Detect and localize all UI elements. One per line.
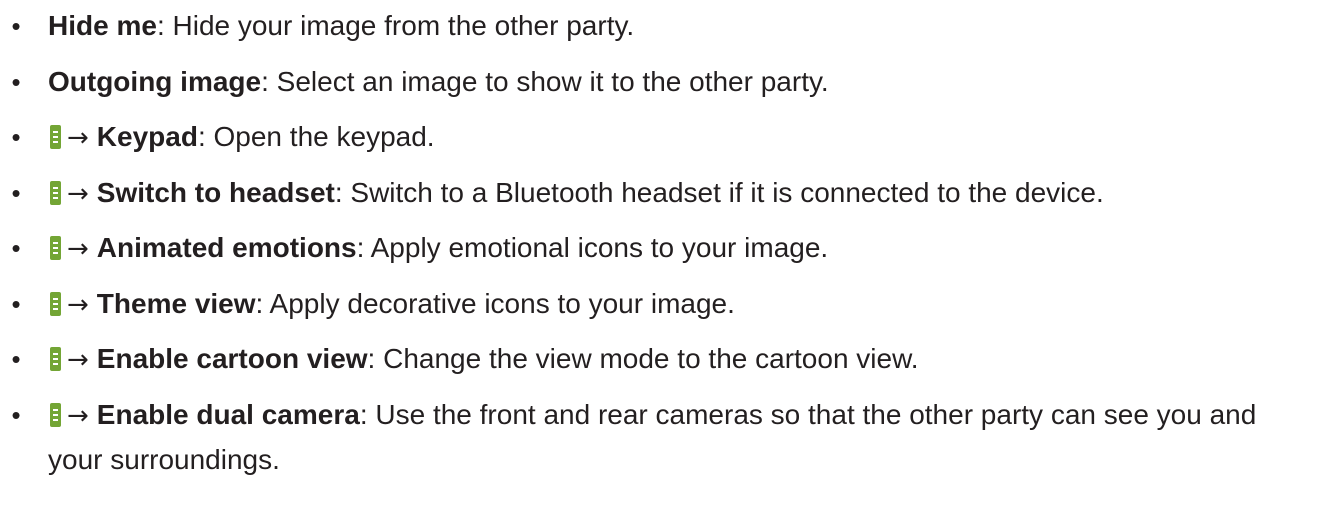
more-options-icon (50, 236, 61, 260)
item-term: Theme view (96, 287, 256, 319)
item-term: Keypad (96, 121, 198, 152)
list-item-hide-me: • Hide me: Hide your image from the othe… (0, 4, 1323, 48)
item-term: Switch to headset (96, 176, 335, 208)
item-description: : Switch to a Bluetooth headset if it is… (334, 176, 1104, 208)
option-list: • Hide me: Hide your image from the othe… (0, 4, 1323, 482)
item-term: Animated emotions (96, 232, 357, 263)
item-description: : Hide your image from the other party. (156, 10, 635, 41)
item-description: : Apply emotional icons to your image. (356, 232, 829, 263)
item-description: : Change the view mode to the cartoon vi… (367, 343, 919, 374)
bullet: • (11, 11, 21, 41)
list-item-outgoing-image: • Outgoing image: Select an image to sho… (0, 60, 1323, 104)
arrow-icon: → (67, 345, 89, 375)
more-options-icon (50, 402, 61, 427)
list-item-enable-dual-camera: • → Enable dual camera: Use the front and… (0, 393, 1288, 482)
item-term: Outgoing image (48, 65, 262, 97)
more-options-icon (50, 291, 61, 316)
more-options-icon (50, 180, 61, 205)
list-item-enable-cartoon-view: • → Enable cartoon view: Change the view … (0, 337, 1323, 381)
bullet: • (11, 288, 21, 319)
bullet: • (11, 233, 21, 263)
list-item-keypad: • → Keypad: Open the keypad. (0, 115, 1323, 159)
bullet: • (11, 66, 21, 97)
list-item-switch-to-headset: • → Switch to headset: Switch to a Blueto… (0, 171, 1323, 215)
item-term: Hide me (48, 10, 157, 41)
arrow-icon: → (67, 289, 89, 320)
arrow-icon: → (67, 400, 89, 431)
item-description: : Apply decorative icons to your image. (255, 287, 735, 319)
more-options-icon (50, 347, 61, 371)
arrow-icon: → (67, 234, 89, 264)
list-item-animated-emotions: • → Animated emotions: Apply emotional ic… (0, 226, 1323, 270)
bullet: • (11, 177, 21, 208)
list-item-theme-view: • → Theme view: Apply decorative icons to… (0, 282, 1323, 326)
item-description: : Select an image to show it to the othe… (261, 65, 829, 97)
item-description: : Open the keypad. (197, 121, 435, 152)
bullet: • (11, 399, 21, 430)
more-options-icon (50, 125, 61, 149)
arrow-icon: → (67, 178, 89, 209)
bullet: • (11, 122, 21, 152)
bullet: • (11, 344, 21, 374)
arrow-icon: → (67, 123, 89, 153)
item-term: Enable cartoon view (96, 343, 368, 374)
item-term: Enable dual camera (96, 398, 360, 430)
